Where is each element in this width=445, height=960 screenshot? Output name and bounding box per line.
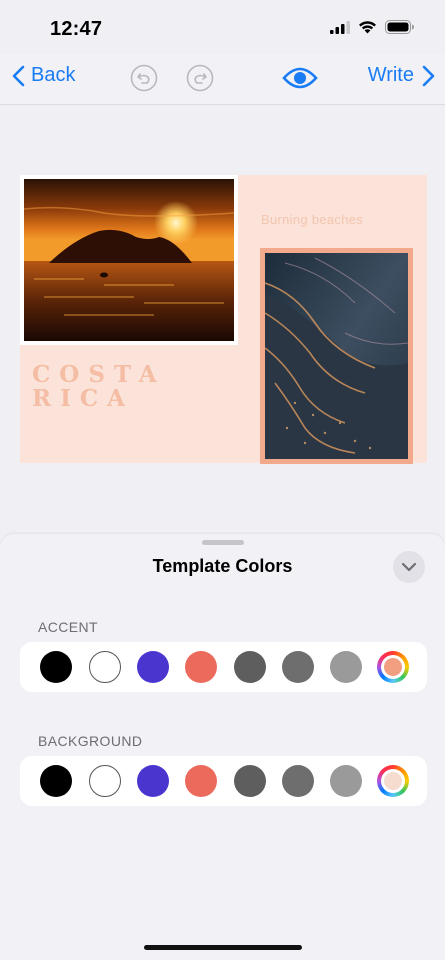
- background-label: BACKGROUND: [38, 733, 143, 749]
- status-bar: 12:47: [0, 0, 445, 54]
- title-line-2[interactable]: RICA: [32, 385, 134, 412]
- accent-swatch-row: [20, 642, 427, 692]
- postcard-template[interactable]: COSTA RICA Burning beaches: [20, 175, 427, 464]
- battery-icon: [385, 20, 414, 34]
- write-button[interactable]: Write: [368, 64, 435, 87]
- home-indicator: [144, 945, 302, 950]
- chevron-down-icon: [401, 562, 417, 572]
- sheet-title: Template Colors: [152, 556, 293, 576]
- background-swatch[interactable]: [185, 765, 217, 797]
- accent-custom-color-picker[interactable]: [377, 651, 409, 683]
- collapse-button[interactable]: [393, 551, 425, 583]
- accent-swatch[interactable]: [330, 651, 362, 683]
- color-wheel-ring: [381, 655, 405, 679]
- selected-color-dot: [384, 658, 402, 676]
- template-colors-sheet: Template Colors ACCENT BACKGROUND: [0, 534, 445, 960]
- template-canvas: COSTA RICA Burning beaches: [0, 105, 445, 535]
- background-swatch[interactable]: [89, 765, 121, 797]
- background-swatch-row: [20, 756, 427, 806]
- undo-icon[interactable]: [130, 64, 158, 92]
- background-swatch[interactable]: [282, 765, 314, 797]
- eye-icon[interactable]: [282, 65, 318, 91]
- status-icons: [330, 20, 415, 34]
- accent-swatch[interactable]: [40, 651, 72, 683]
- nav-bar: Back Write: [0, 54, 445, 105]
- back-button[interactable]: Back: [12, 64, 75, 87]
- background-swatch[interactable]: [40, 765, 72, 797]
- background-swatch[interactable]: [330, 765, 362, 797]
- sheet-grabber[interactable]: [202, 540, 244, 545]
- background-swatch[interactable]: [137, 765, 169, 797]
- accent-label: ACCENT: [38, 619, 98, 635]
- signal-icon: [330, 20, 350, 34]
- redo-icon[interactable]: [186, 64, 214, 92]
- background-swatch[interactable]: [234, 765, 266, 797]
- selected-color-dot: [384, 772, 402, 790]
- forward-chevron-icon: [422, 65, 435, 86]
- caption-text[interactable]: Burning beaches: [261, 212, 363, 227]
- accent-swatch[interactable]: [137, 651, 169, 683]
- title-line-1[interactable]: COSTA: [32, 361, 166, 388]
- background-custom-color-picker[interactable]: [377, 765, 409, 797]
- status-time: 12:47: [50, 18, 103, 40]
- accent-swatch[interactable]: [185, 651, 217, 683]
- back-label: Back: [31, 64, 76, 86]
- sunset-photo[interactable]: [20, 175, 238, 345]
- accent-swatch[interactable]: [282, 651, 314, 683]
- wifi-icon: [359, 21, 376, 34]
- color-wheel-ring: [381, 769, 405, 793]
- accent-swatch[interactable]: [234, 651, 266, 683]
- back-chevron-icon: [12, 65, 25, 86]
- wave-photo[interactable]: [260, 248, 413, 464]
- accent-swatch[interactable]: [89, 651, 121, 683]
- write-label: Write: [367, 64, 414, 86]
